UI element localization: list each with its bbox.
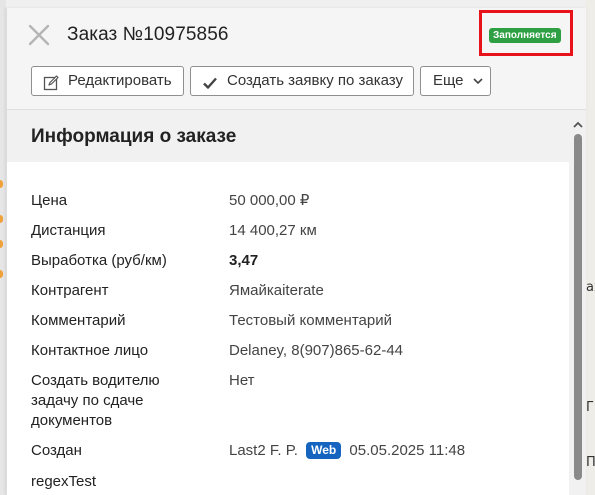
field-value: Нет xyxy=(229,372,255,389)
map-label: П xyxy=(586,455,595,470)
map-marker xyxy=(0,240,3,248)
field-label: Цена xyxy=(31,192,68,209)
more-button-label: Еще xyxy=(433,72,464,89)
field-value: 14 400,27 км xyxy=(229,222,317,239)
create-request-button-label: Создать заявку по заказу xyxy=(227,72,404,89)
field-value: Ямайкаiterate xyxy=(229,282,324,299)
edit-button-label: Редактировать xyxy=(68,72,172,89)
scroll-up-icon[interactable] xyxy=(573,116,583,134)
field-label: Контактное лицо xyxy=(31,342,149,359)
panel-header: Заказ №10975856 Заполняется Редактироват… xyxy=(7,8,586,110)
field-label: Дистанция xyxy=(31,222,106,239)
order-panel: Заказ №10975856 Заполняется Редактироват… xyxy=(6,8,586,495)
field-value: Delaney, 8(907)865-62-44 xyxy=(229,342,404,359)
source-badge: Web xyxy=(306,442,342,459)
map-marker xyxy=(0,270,3,278)
field-value: 50 000,00 ₽ xyxy=(229,192,310,209)
status-badge: Заполняется xyxy=(489,28,561,43)
field-label: Выработка (руб/км) xyxy=(31,252,167,269)
checkmark-icon xyxy=(202,73,218,89)
status-highlight-box: Заполняется xyxy=(479,10,573,56)
field-label: Создан xyxy=(31,442,82,459)
chevron-down-icon xyxy=(473,67,483,95)
map-label: Г xyxy=(586,400,594,415)
create-request-button[interactable]: Создать заявку по заказу xyxy=(190,66,414,96)
field-label: Создать водителю задачу по сдаче докумен… xyxy=(31,372,160,429)
map-marker xyxy=(0,180,3,188)
field-label: Контрагент xyxy=(31,282,109,299)
map-marker xyxy=(0,215,3,223)
field-label: Комментарий xyxy=(31,312,126,329)
edit-button[interactable]: Редактировать xyxy=(31,66,184,96)
created-by-name: Last2 F. P. xyxy=(229,442,298,459)
scroll-thumb[interactable] xyxy=(574,134,582,480)
order-info-content: Информация о заказе Цена 50 000,00 ₽ Дис… xyxy=(7,110,569,495)
close-icon[interactable] xyxy=(27,23,51,47)
section-title: Информация о заказе xyxy=(31,126,237,147)
field-value: Last2 F. P. Web 05.05.2025 11:48 xyxy=(229,441,465,461)
section-header: Информация о заказе xyxy=(7,110,569,162)
field-value: 3,47 xyxy=(229,252,259,269)
more-button[interactable]: Еще xyxy=(420,66,491,96)
order-title: Заказ №10975856 xyxy=(67,24,229,45)
field-label: regexTest xyxy=(31,473,97,490)
field-value: Тестовый комментарий xyxy=(229,312,392,329)
edit-icon xyxy=(43,73,59,91)
map-label: ах xyxy=(586,280,595,295)
created-date: 05.05.2025 11:48 xyxy=(349,442,466,459)
map-background: ах П Г xyxy=(585,0,595,495)
vertical-scrollbar[interactable] xyxy=(569,110,586,495)
